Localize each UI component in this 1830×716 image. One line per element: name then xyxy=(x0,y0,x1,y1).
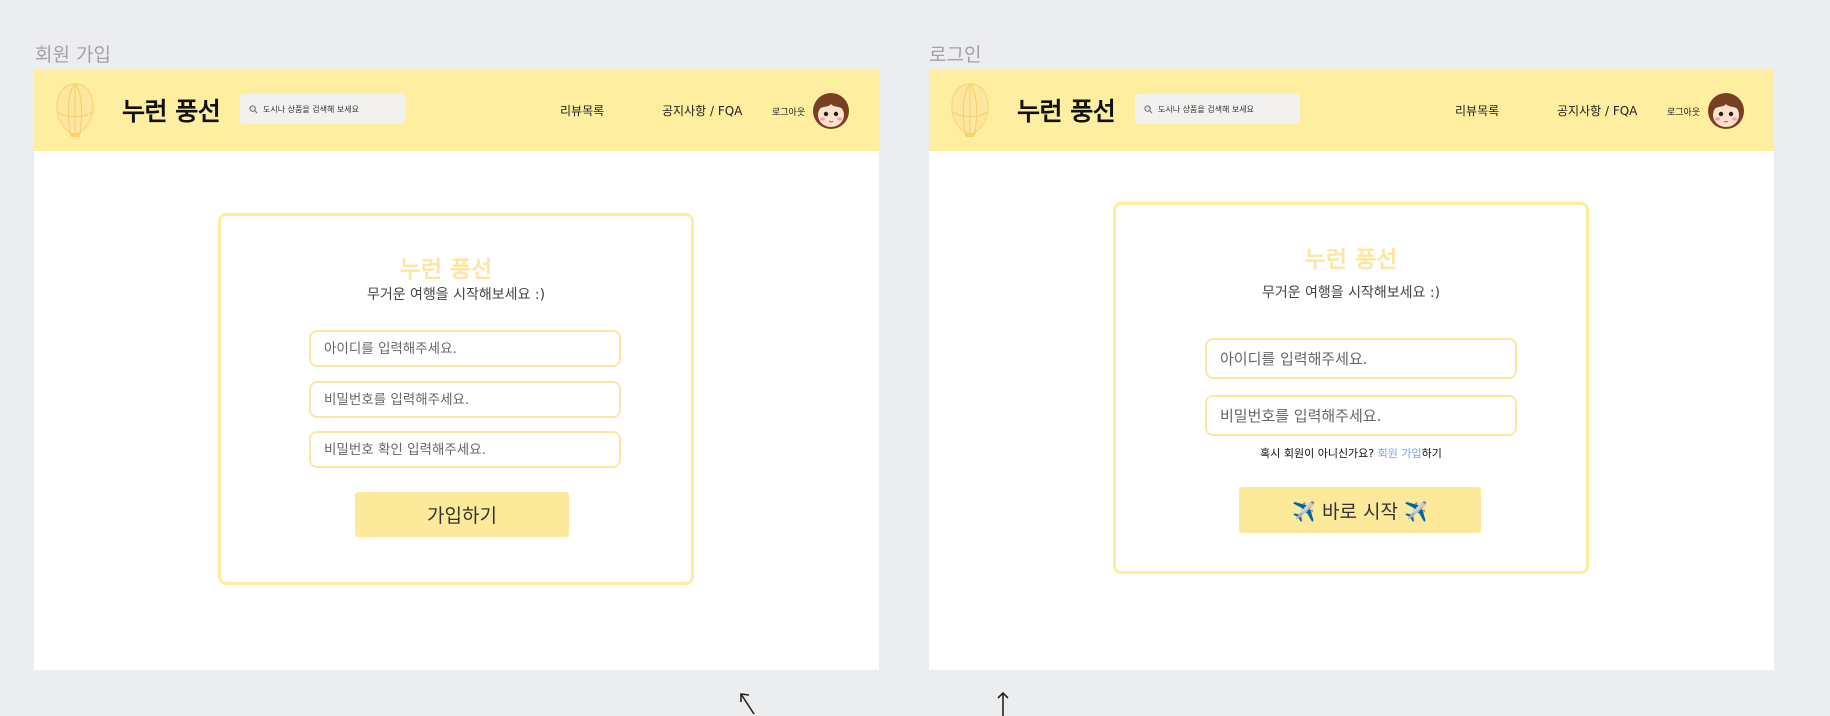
logout-link[interactable]: 로그아웃 xyxy=(772,105,805,118)
signup-card: 누런 풍선 무거운 여행을 시작해보세요 :) 가입하기 xyxy=(218,213,694,585)
balloon-icon[interactable] xyxy=(949,82,991,140)
login-frame: 누런 풍선 도시나 상품을 검색해 보세요 리뷰목록 공지사항 / FQA 로그… xyxy=(929,70,1774,670)
avatar-icon[interactable] xyxy=(812,92,850,130)
brand-title[interactable]: 누런 풍선 xyxy=(1017,92,1116,128)
search-icon xyxy=(1144,104,1153,113)
signup-hint-prefix: 혹시 회원이 아니신가요? xyxy=(1260,447,1378,460)
signup-button[interactable]: 가입하기 xyxy=(355,492,569,537)
signup-hint: 혹시 회원이 아니신가요? 회원 가입하기 xyxy=(1116,445,1586,461)
header: 누런 풍선 도시나 상품을 검색해 보세요 리뷰목록 공지사항 / FQA 로그… xyxy=(34,70,879,151)
card-title: 누런 풍선 xyxy=(1304,247,1398,273)
logout-link[interactable]: 로그아웃 xyxy=(1667,105,1700,118)
arrow-up-left-icon xyxy=(740,693,755,715)
frame-title-signup: 회원 가입 xyxy=(35,44,111,66)
search-icon xyxy=(249,104,258,113)
password-input[interactable] xyxy=(309,381,621,418)
card-subtitle: 무거운 여행을 시작해보세요 :) xyxy=(366,287,546,303)
start-button[interactable]: ✈️ 바로 시작 ✈️ xyxy=(1239,487,1481,533)
id-input[interactable] xyxy=(1205,338,1517,379)
nav-review-list[interactable]: 리뷰목록 xyxy=(560,102,604,119)
frame-title-login: 로그인 xyxy=(929,44,982,66)
signup-frame: 누런 풍선 도시나 상품을 검색해 보세요 리뷰목록 공지사항 / FQA 로그… xyxy=(34,70,879,670)
card-title: 누런 풍선 xyxy=(399,257,493,283)
brand-title[interactable]: 누런 풍선 xyxy=(122,92,221,128)
header: 누런 풍선 도시나 상품을 검색해 보세요 리뷰목록 공지사항 / FQA 로그… xyxy=(929,70,1774,151)
password-confirm-input[interactable] xyxy=(309,431,621,468)
search-bar[interactable]: 도시나 상품을 검색해 보세요 xyxy=(240,94,405,124)
password-input[interactable] xyxy=(1205,395,1517,436)
nav-review-list[interactable]: 리뷰목록 xyxy=(1455,102,1499,119)
search-bar[interactable]: 도시나 상품을 검색해 보세요 xyxy=(1135,94,1300,124)
signup-link[interactable]: 회원 가입 xyxy=(1378,447,1422,460)
search-placeholder: 도시나 상품을 검색해 보세요 xyxy=(1158,104,1254,114)
arrow-up-icon xyxy=(997,691,1009,716)
id-input[interactable] xyxy=(309,330,621,367)
balloon-icon[interactable] xyxy=(54,82,96,140)
login-card: 누런 풍선 무거운 여행을 시작해보세요 :) 혹시 회원이 아니신가요? 회원… xyxy=(1113,202,1589,574)
card-subtitle: 무거운 여행을 시작해보세요 :) xyxy=(1261,285,1441,301)
avatar-icon[interactable] xyxy=(1707,92,1745,130)
search-placeholder: 도시나 상품을 검색해 보세요 xyxy=(263,104,359,114)
nav-notice-fqa[interactable]: 공지사항 / FQA xyxy=(662,102,742,119)
signup-hint-suffix: 하기 xyxy=(1421,447,1442,460)
nav-notice-fqa[interactable]: 공지사항 / FQA xyxy=(1557,102,1637,119)
